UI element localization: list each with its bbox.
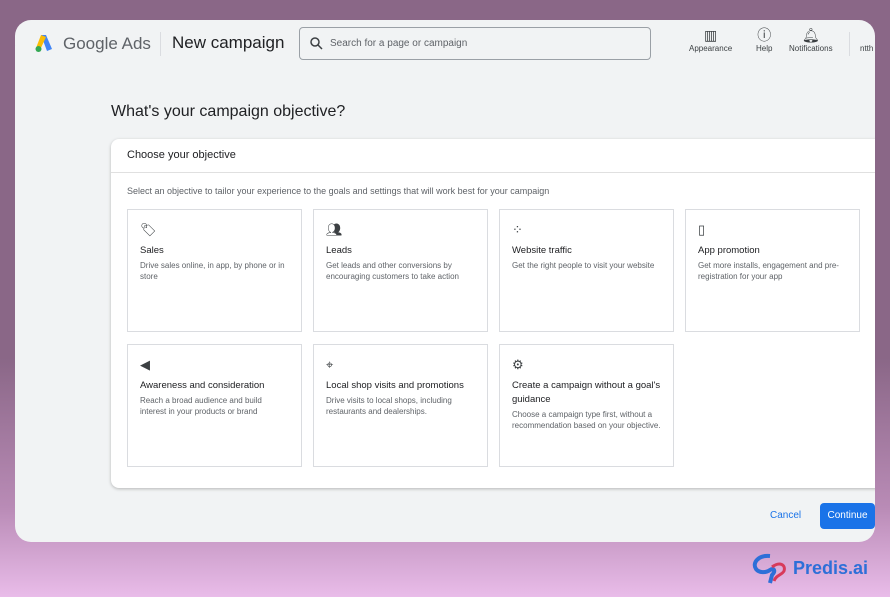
objective-title: Local shop visits and promotions (326, 380, 464, 391)
objective-card-awareness-and-consideration[interactable]: ◀ Awareness and consideration Reach a broa… (127, 344, 302, 467)
objective-description: Drive visits to local shops, including r… (326, 396, 452, 416)
objective-card-website-traffic[interactable]: ⁘ Website traffic Get the right people to … (499, 209, 674, 332)
panel-title: Choose your objective (111, 139, 875, 173)
app-window: ‹ Google Ads New campaign Search for a p… (15, 20, 875, 542)
brand-name: Google Ads (63, 34, 151, 53)
appearance-button[interactable]: ▥ Appearance (689, 26, 732, 53)
objective-title: Awareness and consideration (140, 380, 265, 391)
predis-text: Predis.ai (793, 558, 869, 578)
back-arrow-icon[interactable]: ‹ (15, 34, 16, 50)
divider (849, 32, 850, 56)
continue-button[interactable]: Continue (820, 503, 875, 529)
account-name[interactable]: ntth (860, 44, 873, 53)
predis-watermark: Predis.ai (750, 553, 868, 590)
search-icon (310, 37, 323, 50)
objective-description: Choose a campaign type first, without a … (512, 410, 661, 430)
divider (160, 32, 161, 56)
objective-title: App promotion (698, 245, 760, 256)
objective-card-leads[interactable]: 👥︎ Leads Get leads and other conversions b… (313, 209, 488, 332)
objective-description: Drive sales online, in app, by phone or … (140, 261, 285, 281)
objective-title: Website traffic (512, 245, 572, 256)
objective-card-sales[interactable]: 🏷︎ Sales Drive sales online, in app, by ph… (127, 209, 302, 332)
panel-subtitle: Select an objective to tailor your exper… (127, 186, 550, 196)
objective-description: Reach a broad audience and build interes… (140, 396, 262, 416)
appearance-icon: ▥ (703, 27, 718, 43)
cursor-click-icon: ⁘ (512, 222, 523, 237)
help-button[interactable]: ⓘ Help (756, 26, 772, 53)
people-icon: 👥︎ (326, 222, 343, 237)
help-icon: ⓘ (757, 27, 772, 43)
notifications-label: Notifications (789, 44, 833, 53)
objective-description: Get leads and other conversions by encou… (326, 261, 459, 281)
help-label: Help (756, 44, 773, 53)
notifications-button[interactable]: 🔔︎ Notifications (789, 26, 833, 53)
objective-card-create-a-campaign-without-a-goal-s-guidance[interactable]: ⚙ Create a campaign without a goal's guid… (499, 344, 674, 467)
search-placeholder: Search for a page or campaign (330, 38, 468, 49)
objective-title: Leads (326, 245, 352, 256)
objective-description: Get the right people to visit your websi… (512, 261, 655, 270)
bell-icon: 🔔︎ (801, 27, 820, 43)
tag-icon: 🏷︎ (140, 222, 157, 237)
google-ads-logo (35, 35, 52, 52)
objective-title: Create a campaign without a goal's guida… (512, 380, 661, 405)
megaphone-icon: ◀ (140, 357, 150, 372)
search-input[interactable]: Search for a page or campaign (299, 27, 651, 60)
objective-card-local-shop-visits-and-promotions[interactable]: ⌖ Local shop visits and promotions Drive v… (313, 344, 488, 467)
predis-logo (752, 553, 786, 584)
phone-download-icon: ▯ (698, 222, 706, 237)
page-heading: What's your campaign objective? (111, 103, 346, 120)
objective-panel: Choose your objective Select an objectiv… (111, 139, 875, 488)
cancel-button[interactable]: Cancel (770, 510, 801, 521)
objective-card-app-promotion[interactable]: ▯ App promotion Get more installs, engagem… (685, 209, 860, 332)
top-bar: ‹ Google Ads New campaign Search for a p… (15, 20, 875, 68)
objective-description: Get more installs, engagement and pre-re… (698, 261, 839, 281)
location-pin-icon: ⌖ (326, 357, 334, 372)
appearance-label: Appearance (689, 44, 733, 53)
gear-icon: ⚙ (512, 357, 524, 372)
page-title: New campaign (172, 33, 285, 52)
objective-title: Sales (140, 245, 164, 256)
